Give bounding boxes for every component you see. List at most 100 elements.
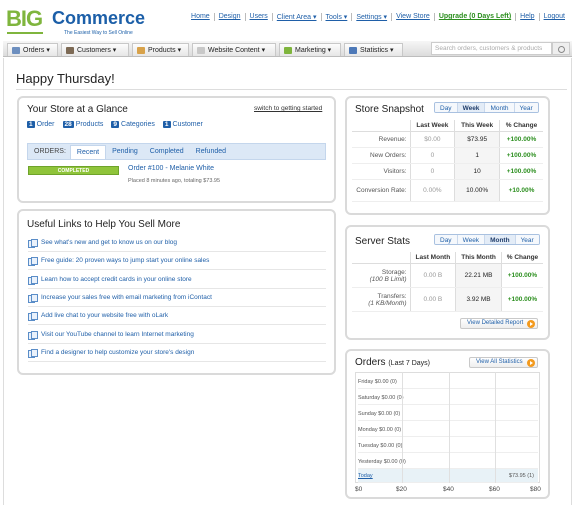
link-help[interactable]: Help [516, 13, 540, 21]
count-customers[interactable]: 1 Customer [162, 121, 203, 128]
col-header: This Week [454, 120, 500, 132]
cell: 1 [454, 147, 500, 164]
view-detailed-report-button[interactable]: View Detailed Report [460, 318, 539, 329]
count-products[interactable]: 28 Products [62, 121, 104, 128]
document-icon [28, 293, 38, 303]
link-item[interactable]: See what's new and get to know us on our… [28, 234, 326, 252]
nav-marketing-label: Marketing ▾ [295, 47, 332, 54]
cell: 0.00% [409, 179, 455, 202]
cell: $73.95 [454, 131, 500, 148]
period-month[interactable]: Month [485, 235, 516, 244]
period-year[interactable]: Year [515, 235, 539, 244]
link-users[interactable]: Users [246, 13, 273, 21]
bigcommerce-logo[interactable]: BIG Commerce The Easiest Way to Sell Onl… [6, 6, 156, 36]
link-upgrade[interactable]: Upgrade (0 Days Left) [435, 13, 517, 21]
x-tick-label: $40 [443, 486, 454, 493]
tab-completed[interactable]: Completed [144, 145, 190, 158]
tab-refunded[interactable]: Refunded [190, 145, 232, 158]
link-settings[interactable]: Settings ▾ [352, 13, 393, 21]
chart-row-today: Today $73.95 (1) [358, 469, 538, 483]
period-week[interactable]: Week [457, 103, 486, 112]
count-badge: 1 [162, 121, 171, 128]
arrow-right-icon [527, 320, 536, 328]
link-item[interactable]: Find a designer to help customize your s… [28, 344, 326, 362]
products-icon [137, 46, 145, 54]
snapshot-table: Last Week This Week% Change Revenue: $0.00… [352, 120, 543, 202]
link-item[interactable]: Add live chat to your website free with … [28, 307, 326, 325]
period-day[interactable]: Day [435, 235, 458, 244]
cell: +100.00% [500, 287, 543, 312]
table-row: Conversion Rate: 0.00% 10.00% +10.00% [352, 179, 543, 202]
orders-7days-title: Orders (Last 7 Days) [355, 357, 430, 368]
count-categories[interactable]: 9 Categories [111, 121, 155, 128]
link-home[interactable]: Home [187, 13, 215, 21]
orders-tabs: ORDERS: Recent Pending Completed Refunde… [27, 143, 326, 160]
row-label: Revenue: [352, 131, 410, 148]
link-text: Learn how to accept credit cards in your… [41, 276, 192, 283]
period-year[interactable]: Year [514, 103, 538, 112]
cell: 0.00 B [409, 263, 456, 288]
count-label: Products [75, 121, 104, 128]
chart-row: Friday $0.00 (0) [358, 375, 538, 389]
nav-products[interactable]: Products ▾ [132, 43, 189, 56]
link-item[interactable]: Free guide: 20 proven ways to jump start… [28, 252, 326, 270]
nav-orders[interactable]: Orders ▾ [7, 43, 58, 56]
period-month[interactable]: Month [485, 103, 515, 112]
nav-statistics[interactable]: Statistics ▾ [344, 43, 403, 56]
customers-icon [66, 46, 74, 54]
link-item[interactable]: Increase your sales free with email mark… [28, 289, 326, 307]
link-text: Find a designer to help customize your s… [41, 349, 195, 356]
chart-gridline [449, 372, 450, 483]
glance-counts: 1 Order 28 Products 9 Categories 1 Customer [27, 121, 203, 128]
period-day[interactable]: Day [435, 103, 458, 112]
logo-commerce-text: Commerce [52, 8, 146, 28]
status-badge: COMPLETED [28, 166, 119, 175]
link-logout[interactable]: Logout [540, 13, 569, 21]
row-label: Visitors: [352, 163, 410, 180]
link-item[interactable]: Visit our YouTube channel to learn Inter… [28, 326, 326, 344]
nav-website-content-label: Website Content ▾ [208, 47, 266, 54]
title-divider [16, 89, 567, 90]
row-label: Transfers: (1 KB/Month) [352, 287, 410, 312]
top-links: Home Design Users Client Area ▾ Tools ▾ … [187, 13, 569, 21]
nav-orders-label: Orders ▾ [23, 47, 50, 54]
count-label: Order [36, 121, 55, 128]
row-label-sub: (1 KB/Month) [368, 299, 407, 307]
cell: +100.00% [500, 263, 543, 288]
marketing-icon [284, 46, 292, 54]
x-tick-label: $80 [530, 486, 541, 493]
view-detailed-report-label: View Detailed Report [467, 320, 524, 326]
tab-recent[interactable]: Recent [69, 144, 107, 159]
snapshot-title: Store Snapshot [355, 104, 424, 115]
link-view-store[interactable]: View Store [392, 13, 435, 21]
order-link[interactable]: Order #100 - Melanie White [128, 165, 214, 172]
nav-marketing[interactable]: Marketing ▾ [279, 43, 341, 56]
switch-getting-started-link[interactable]: switch to getting started [254, 105, 322, 112]
nav-customers[interactable]: Customers ▾ [61, 43, 129, 56]
link-design[interactable]: Design [215, 13, 246, 21]
x-tick-label: $0 [355, 486, 363, 493]
link-tools[interactable]: Tools ▾ [322, 13, 353, 21]
x-tick-label: $20 [396, 486, 407, 493]
chart-gridline [495, 372, 496, 483]
cell: 0 [409, 147, 455, 164]
chart-row-label[interactable]: Today [358, 473, 373, 479]
document-icon [28, 348, 38, 358]
orders-chart: Friday $0.00 (0) Saturday $0.00 (0) Sund… [355, 372, 540, 483]
count-orders[interactable]: 1 Order [27, 121, 55, 128]
orders-title-main: Orders [355, 357, 386, 368]
useful-links-title: Useful Links to Help You Sell More [27, 219, 181, 230]
tab-pending[interactable]: Pending [106, 145, 144, 158]
cell: 22.21 MB [455, 263, 502, 288]
search-button[interactable] [552, 42, 570, 55]
link-text: See what's new and get to know us on our… [41, 239, 178, 246]
col-header: % Change [499, 120, 543, 132]
period-week[interactable]: Week [457, 235, 486, 244]
server-period-selector: Day Week Month Year [434, 234, 540, 245]
search-input[interactable]: Search orders, customers & products [431, 42, 552, 55]
link-text: Visit our YouTube channel to learn Inter… [41, 331, 194, 338]
link-client-area[interactable]: Client Area ▾ [273, 13, 322, 21]
nav-website-content[interactable]: Website Content ▾ [192, 43, 276, 56]
view-all-statistics-button[interactable]: View All Statistics [469, 357, 538, 368]
link-item[interactable]: Learn how to accept credit cards in your… [28, 271, 326, 289]
